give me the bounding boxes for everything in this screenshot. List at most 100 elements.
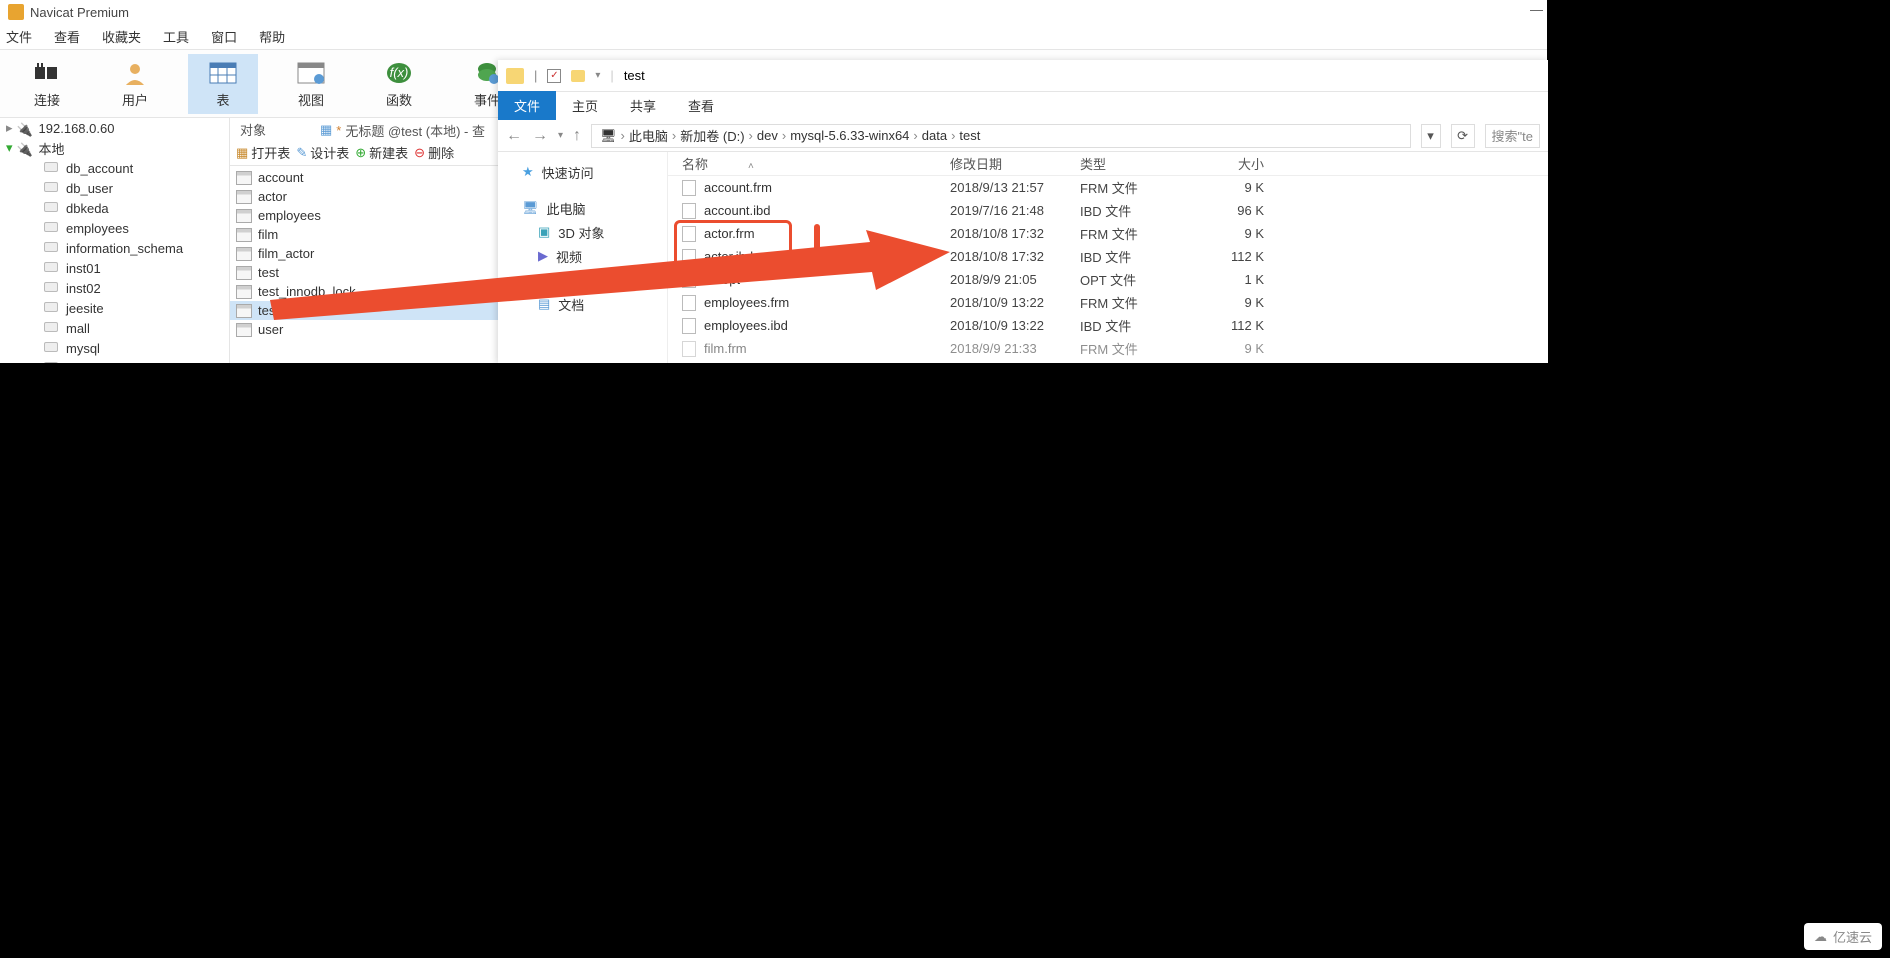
file-list-pane: 名称˄ 修改日期 类型 大小 account.frm2018/9/13 21:5… [668, 152, 1548, 363]
ribbon-view[interactable]: 视图 [276, 54, 346, 114]
col-size[interactable]: 大小 [1202, 154, 1264, 173]
table-item[interactable]: employees [230, 206, 500, 225]
breadcrumb[interactable]: 🖥 › 此电脑› 新加卷 (D:)› dev› mysql-5.6.33-win… [591, 124, 1411, 148]
pc-icon: 🖥 [600, 128, 617, 144]
col-name[interactable]: 名称˄ [682, 154, 950, 173]
col-type[interactable]: 类型 [1080, 154, 1202, 173]
col-date[interactable]: 修改日期 [950, 154, 1080, 173]
db-item[interactable]: employees [0, 218, 229, 238]
file-icon [682, 203, 696, 219]
watermark: ☁ 亿速云 [1804, 923, 1882, 950]
db-item[interactable]: performance_schema [0, 358, 229, 363]
dropdown-icon[interactable]: ▾ [595, 70, 600, 81]
tab-share[interactable]: 共享 [614, 91, 672, 120]
table-icon [236, 171, 252, 185]
address-dropdown[interactable]: ▾ [1421, 124, 1441, 148]
file-row[interactable]: account.ibd2019/7/16 21:48IBD 文件96 K [668, 199, 1548, 222]
star-icon: ★ [522, 164, 534, 180]
sort-indicator-icon: ˄ [748, 161, 754, 172]
db-item[interactable]: dbkeda [0, 198, 229, 218]
minimize-icon[interactable]: — [1530, 2, 1543, 17]
tab-view[interactable]: 查看 [672, 91, 730, 120]
table-icon [236, 285, 252, 299]
table-item-selected[interactable]: test_myisam [230, 301, 500, 320]
db-item[interactable]: information_schema [0, 238, 229, 258]
folder-icon [506, 68, 524, 84]
server-local[interactable]: ▾ 🔌 本地 [0, 138, 229, 158]
db-item[interactable]: mall [0, 318, 229, 338]
table-item[interactable]: user [230, 320, 500, 339]
this-pc[interactable]: 🖥此电脑 [502, 196, 663, 220]
db-item[interactable]: jeesite [0, 298, 229, 318]
table-item[interactable]: film [230, 225, 500, 244]
file-row[interactable]: db.opt2018/9/9 21:05OPT 文件1 K [668, 268, 1548, 291]
menu-file[interactable]: 文件 [6, 27, 32, 46]
user-icon [120, 58, 150, 88]
table-icon [236, 209, 252, 223]
file-row[interactable]: employees.frm2018/10/9 13:22FRM 文件9 K [668, 291, 1548, 314]
checkbox-icon[interactable]: ✓ [547, 69, 561, 83]
tab-home[interactable]: 主页 [556, 91, 614, 120]
tab-file[interactable]: 文件 [498, 91, 556, 120]
table-item[interactable]: test_innodb_lock [230, 282, 500, 301]
delete-table-button[interactable]: ⊖删除 [414, 143, 454, 162]
side-doc[interactable]: ▤文档 [502, 292, 663, 316]
side-3d[interactable]: ▣3D 对象 [502, 220, 663, 244]
ribbon-fx[interactable]: f(x) 函数 [364, 54, 434, 114]
table-item[interactable]: film_actor [230, 244, 500, 263]
menu-fav[interactable]: 收藏夹 [102, 27, 141, 46]
annotation-highlight [674, 220, 792, 270]
db-item[interactable]: inst01 [0, 258, 229, 278]
new-table-button[interactable]: ⊕新建表 [355, 143, 408, 162]
file-row[interactable]: actor.frm2018/10/8 17:32FRM 文件9 K [668, 222, 1548, 245]
search-input[interactable]: 搜索"te [1485, 124, 1540, 148]
table-icon [236, 228, 252, 242]
side-pic[interactable]: ▧图片 [502, 268, 663, 292]
navicat-titlebar[interactable]: Navicat Premium — [0, 0, 1547, 24]
up-button[interactable]: ↑ [573, 127, 581, 145]
file-icon [682, 272, 696, 288]
menu-tools[interactable]: 工具 [163, 27, 189, 46]
open-table-button[interactable]: ▦打开表 [236, 143, 290, 162]
table-item[interactable]: test [230, 263, 500, 282]
recent-dropdown[interactable]: ▾ [558, 130, 563, 141]
table-item[interactable]: account [230, 168, 500, 187]
table-item[interactable]: actor [230, 187, 500, 206]
ribbon-user[interactable]: 用户 [100, 54, 170, 114]
ribbon-connect[interactable]: 连接 [12, 54, 82, 114]
explorer-title: test [624, 68, 645, 83]
design-table-button[interactable]: ✎设计表 [296, 143, 349, 162]
menu-view[interactable]: 查看 [54, 27, 80, 46]
menu-help[interactable]: 帮助 [259, 27, 285, 46]
back-button[interactable]: ← [506, 127, 522, 145]
explorer-titlebar[interactable]: | ✓ ▾ | test [498, 60, 1548, 92]
object-tab[interactable]: 对象 [240, 123, 266, 138]
fx-icon: f(x) [384, 58, 414, 88]
file-icon [682, 295, 696, 311]
pc-icon: 🖥 [522, 200, 539, 216]
svg-text:f(x): f(x) [390, 65, 409, 80]
explorer-window: | ✓ ▾ | test 文件 主页 共享 查看 ← → ▾ ↑ 🖥 › 此电脑… [498, 60, 1548, 363]
quick-access[interactable]: ★快速访问 [502, 160, 663, 184]
cube-icon: ▣ [538, 224, 550, 240]
file-row[interactable]: actor.ibd2018/10/8 17:32IBD 文件112 K [668, 245, 1548, 268]
side-video[interactable]: ▶视频 [502, 244, 663, 268]
ribbon-table[interactable]: 表 [188, 54, 258, 114]
plug-icon [32, 58, 62, 88]
server-remote[interactable]: ▸ 🔌 192.168.0.60 [0, 118, 229, 138]
view-icon [296, 58, 326, 88]
file-icon [682, 318, 696, 334]
file-row[interactable]: account.frm2018/9/13 21:57FRM 文件9 K [668, 176, 1548, 199]
menu-window[interactable]: 窗口 [211, 27, 237, 46]
table-icon [236, 190, 252, 204]
annotation-mark [814, 224, 820, 254]
db-item[interactable]: inst02 [0, 278, 229, 298]
forward-button[interactable]: → [532, 127, 548, 145]
query-tab[interactable]: ▦ * 无标题 @test (本地) - 查 [320, 118, 485, 142]
refresh-button[interactable]: ⟳ [1451, 124, 1475, 148]
db-item[interactable]: db_account [0, 158, 229, 178]
file-row[interactable]: employees.ibd2018/10/9 13:22IBD 文件112 K [668, 314, 1548, 337]
db-item[interactable]: mysql [0, 338, 229, 358]
file-row[interactable]: film.frm2018/9/9 21:33FRM 文件9 K [668, 337, 1548, 360]
db-item[interactable]: db_user [0, 178, 229, 198]
